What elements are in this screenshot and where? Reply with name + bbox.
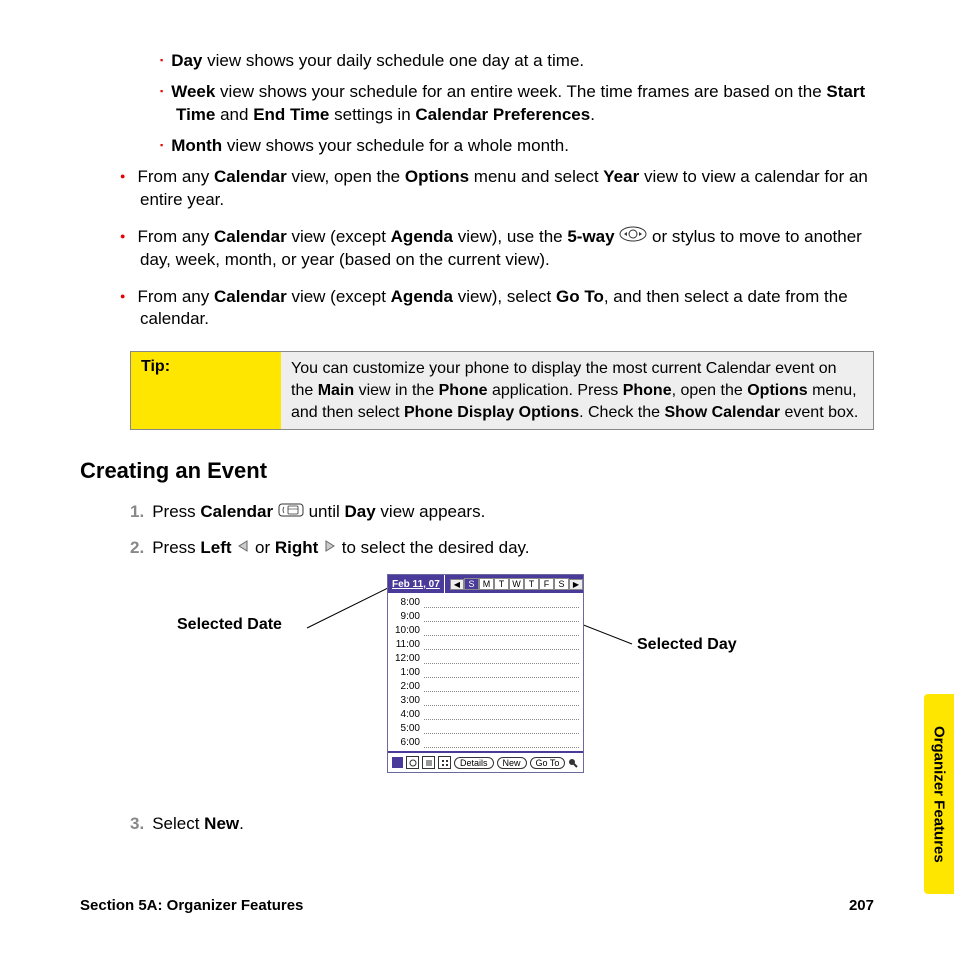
cal-time-slot[interactable] bbox=[424, 746, 579, 748]
cal-time-slot[interactable] bbox=[424, 662, 579, 664]
bullet-week: Week view shows your schedule for an ent… bbox=[160, 81, 874, 127]
cal-time-slot[interactable] bbox=[424, 606, 579, 608]
bullet-day: Day view shows your daily schedule one d… bbox=[160, 50, 874, 73]
cal-next-arrow[interactable]: ▶ bbox=[569, 579, 583, 590]
cal-time-row[interactable]: 8:00 bbox=[392, 595, 579, 609]
cal-new-button[interactable]: New bbox=[497, 757, 527, 769]
cal-time-row[interactable]: 6:00 bbox=[392, 735, 579, 749]
bullet-month: Month view shows your schedule for a who… bbox=[160, 135, 874, 158]
cal-date: Feb 11, 07 bbox=[388, 575, 445, 593]
left-arrow-icon bbox=[236, 539, 250, 553]
cal-view-month-icon[interactable] bbox=[438, 756, 451, 769]
footer-page-number: 207 bbox=[849, 897, 874, 914]
cal-time-row[interactable]: 12:00 bbox=[392, 651, 579, 665]
cal-time-row[interactable]: 9:00 bbox=[392, 609, 579, 623]
dow-w[interactable]: W bbox=[509, 578, 524, 590]
cal-time-row[interactable]: 2:00 bbox=[392, 679, 579, 693]
dow-t2[interactable]: T bbox=[524, 578, 539, 590]
cal-time-row[interactable]: 3:00 bbox=[392, 693, 579, 707]
cal-time-slot[interactable] bbox=[424, 648, 579, 650]
cal-time-label: 4:00 bbox=[392, 709, 424, 720]
dow-t[interactable]: T bbox=[494, 578, 509, 590]
5way-icon bbox=[619, 226, 647, 242]
cal-time-label: 11:00 bbox=[392, 639, 424, 650]
cal-time-row[interactable]: 11:00 bbox=[392, 637, 579, 651]
callout-selected-day: Selected Day bbox=[637, 636, 737, 654]
dow-f[interactable]: F bbox=[539, 578, 554, 590]
tip-label: Tip: bbox=[131, 352, 281, 429]
cal-time-label: 8:00 bbox=[392, 597, 424, 608]
side-tab: Organizer Features bbox=[924, 694, 954, 894]
cal-view-week-icon[interactable] bbox=[422, 756, 435, 769]
step-2: 2.Press Left or Right to select the desi… bbox=[130, 538, 874, 558]
cal-view-agenda-icon[interactable] bbox=[392, 757, 403, 768]
heading-creating-event: Creating an Event bbox=[80, 458, 874, 484]
cal-time-label: 3:00 bbox=[392, 695, 424, 706]
cal-time-row[interactable]: 4:00 bbox=[392, 707, 579, 721]
cal-find-icon[interactable] bbox=[568, 758, 578, 768]
dow-s2[interactable]: S bbox=[554, 578, 569, 590]
step-3: 3.Select New. bbox=[130, 814, 874, 834]
dow-s[interactable]: S bbox=[464, 578, 479, 590]
cal-time-slot[interactable] bbox=[424, 620, 579, 622]
cal-time-label: 12:00 bbox=[392, 653, 424, 664]
cal-time-slot[interactable] bbox=[424, 718, 579, 720]
footer-section: Section 5A: Organizer Features bbox=[80, 897, 303, 914]
calendar-button-icon bbox=[278, 503, 304, 517]
cal-time-slot[interactable] bbox=[424, 634, 579, 636]
cal-time-label: 6:00 bbox=[392, 737, 424, 748]
calendar-screenshot-diagram: Selected Date Selected Day Feb 11, 07 ◀ … bbox=[177, 574, 777, 784]
cal-time-slot[interactable] bbox=[424, 704, 579, 706]
cal-time-row[interactable]: 1:00 bbox=[392, 665, 579, 679]
step-1: 1.Press Calendar until Day view appears. bbox=[130, 502, 874, 522]
cal-time-row[interactable]: 5:00 bbox=[392, 721, 579, 735]
cal-time-label: 9:00 bbox=[392, 611, 424, 622]
bullet-year-view: From any Calendar view, open the Options… bbox=[120, 166, 874, 212]
bullet-5way-nav: From any Calendar view (except Agenda vi… bbox=[120, 226, 874, 272]
tip-body: You can customize your phone to display … bbox=[281, 352, 873, 429]
cal-time-slot[interactable] bbox=[424, 732, 579, 734]
cal-time-label: 5:00 bbox=[392, 723, 424, 734]
cal-goto-button[interactable]: Go To bbox=[530, 757, 566, 769]
calendar-app-mock: Feb 11, 07 ◀ S M T W T F S ▶ 8:00 9:00 10:… bbox=[387, 574, 584, 773]
right-arrow-icon bbox=[323, 539, 337, 553]
page-footer: Section 5A: Organizer Features 207 bbox=[80, 897, 874, 914]
tip-box: Tip: You can customize your phone to dis… bbox=[130, 351, 874, 430]
cal-time-label: 2:00 bbox=[392, 681, 424, 692]
cal-details-button[interactable]: Details bbox=[454, 757, 494, 769]
cal-view-day-icon[interactable] bbox=[406, 756, 419, 769]
cal-time-label: 1:00 bbox=[392, 667, 424, 678]
cal-time-label: 10:00 bbox=[392, 625, 424, 636]
cal-time-slot[interactable] bbox=[424, 676, 579, 678]
cal-time-row[interactable]: 10:00 bbox=[392, 623, 579, 637]
callout-line-left bbox=[307, 586, 392, 628]
cal-prev-arrow[interactable]: ◀ bbox=[450, 579, 464, 590]
dow-m[interactable]: M bbox=[479, 578, 494, 590]
cal-time-slot[interactable] bbox=[424, 690, 579, 692]
bullet-goto: From any Calendar view (except Agenda vi… bbox=[120, 286, 874, 332]
callout-selected-date: Selected Date bbox=[177, 616, 282, 634]
